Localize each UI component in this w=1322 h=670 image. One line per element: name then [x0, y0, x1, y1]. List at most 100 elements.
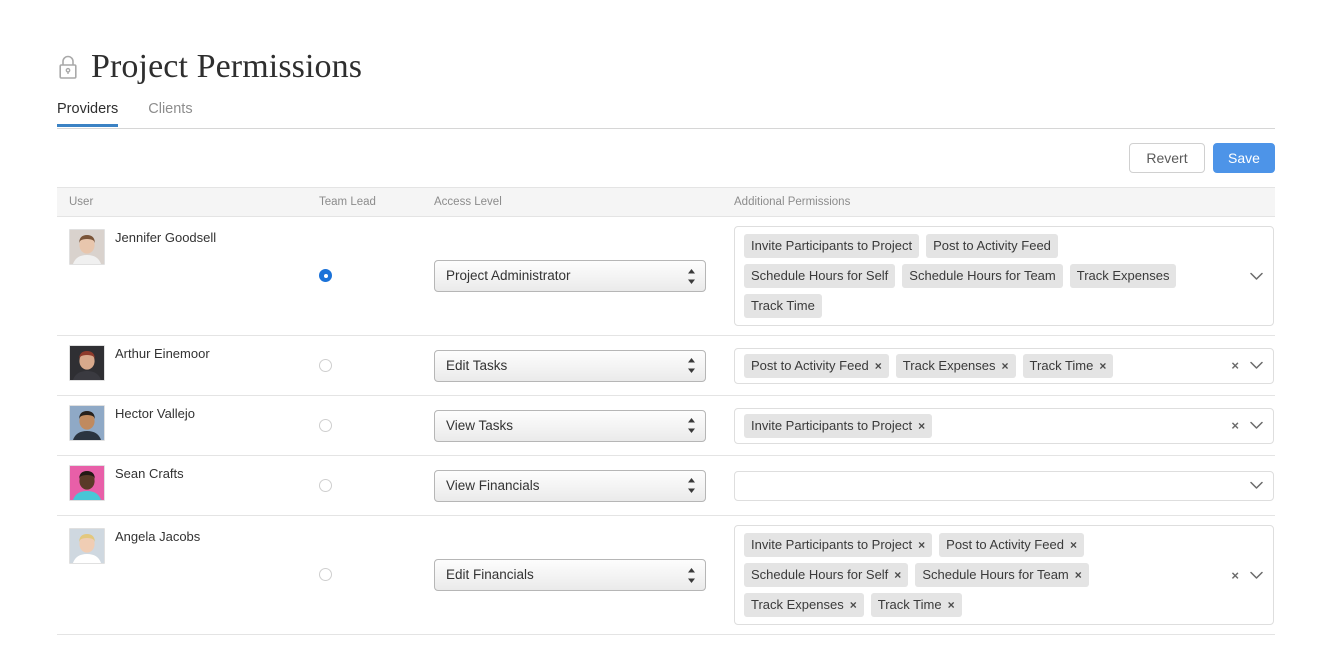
user-cell: Arthur Einemoor — [57, 335, 319, 396]
permission-tag: Track Expenses — [1069, 264, 1177, 288]
chevron-down-icon[interactable] — [1250, 421, 1263, 430]
permission-tag-remove-icon[interactable]: × — [948, 599, 955, 611]
team-lead-radio[interactable] — [319, 568, 332, 582]
column-header-team-lead: Team Lead — [319, 187, 434, 217]
team-lead-cell — [319, 515, 434, 635]
permissions-multiselect[interactable]: Invite Participants to Project Post to Ac… — [734, 226, 1274, 326]
access-level-select[interactable]: Project Administrator — [434, 260, 706, 292]
permission-tag-list — [744, 477, 1215, 493]
table-row: Sean Crafts View Financials — [57, 455, 1275, 516]
clear-all-icon[interactable]: × — [1231, 359, 1239, 372]
access-level-select[interactable]: View Financials — [434, 469, 706, 502]
tab-clients[interactable]: Clients — [148, 100, 192, 126]
save-button[interactable]: Save — [1213, 143, 1275, 173]
permissions-controls — [1250, 227, 1263, 325]
permission-tag: Schedule Hours for Team × — [915, 563, 1089, 587]
page-title: Project Permissions — [91, 48, 363, 85]
permission-tag: Post to Activity Feed × — [744, 353, 889, 378]
permissions-multiselect[interactable]: Invite Participants to Project × Post to A… — [734, 525, 1274, 625]
user-cell: Hector Vallejo — [57, 395, 319, 456]
additional-permissions-cell — [734, 455, 1275, 516]
permissions-controls: × — [1231, 526, 1263, 624]
permission-tag-remove-icon[interactable]: × — [1070, 539, 1077, 551]
additional-permissions-cell: Invite Participants to Project × × — [734, 395, 1275, 456]
access-level-select[interactable]: Edit Financials — [434, 559, 706, 591]
permission-tag: Track Time — [744, 294, 822, 318]
table-header-row: User Team Lead Access Level Additional P… — [57, 187, 1275, 217]
permission-tag: Track Time × — [1022, 353, 1114, 378]
team-lead-cell — [319, 335, 434, 396]
clear-all-icon[interactable]: × — [1231, 569, 1239, 582]
team-lead-cell — [319, 395, 434, 456]
select-stepper-icon — [687, 261, 696, 291]
permission-tag-remove-icon[interactable]: × — [918, 420, 925, 432]
chevron-down-icon[interactable] — [1250, 571, 1263, 580]
permission-tag-list: Post to Activity Feed × Track Expenses × Tra… — [744, 353, 1215, 378]
permission-tag-label: Track Time — [1029, 357, 1094, 373]
permission-tag-label: Track Time — [751, 298, 815, 313]
column-header-additional-permissions: Additional Permissions — [734, 187, 1275, 217]
permission-tag-label: Schedule Hours for Self — [751, 268, 889, 283]
permissions-multiselect[interactable] — [734, 470, 1274, 501]
access-level-select[interactable]: Edit Tasks — [434, 349, 706, 382]
lock-icon — [57, 54, 79, 80]
permission-tag-label: Post to Activity Feed — [751, 357, 869, 373]
permission-tag-label: Invite Participants to Project — [751, 238, 913, 253]
permission-tag-remove-icon[interactable]: × — [850, 599, 857, 611]
project-permissions-page: Project Permissions Providers Clients Re… — [0, 0, 1322, 670]
permissions-controls: × — [1231, 409, 1263, 443]
avatar — [69, 345, 105, 381]
permission-tag-remove-icon[interactable]: × — [1002, 360, 1009, 372]
user-name: Sean Crafts — [115, 466, 184, 481]
permissions-controls: × — [1231, 349, 1263, 383]
permission-tag-label: Schedule Hours for Team — [922, 567, 1069, 582]
permission-tag-remove-icon[interactable]: × — [894, 569, 901, 581]
table-header: User Team Lead Access Level Additional P… — [57, 187, 1275, 217]
column-header-access-level: Access Level — [434, 187, 734, 217]
column-header-user: User — [57, 187, 319, 217]
chevron-down-icon[interactable] — [1250, 272, 1263, 281]
permission-tag: Track Expenses × — [895, 353, 1016, 378]
team-lead-radio[interactable] — [319, 358, 332, 372]
user-cell: Angela Jacobs — [57, 515, 319, 635]
revert-button[interactable]: Revert — [1129, 143, 1205, 173]
permission-tag-remove-icon[interactable]: × — [875, 360, 882, 372]
team-lead-cell — [319, 455, 434, 516]
team-lead-radio[interactable] — [319, 418, 332, 432]
additional-permissions-cell: Invite Participants to Project Post to Ac… — [734, 216, 1275, 336]
permission-tag-remove-icon[interactable]: × — [918, 539, 925, 551]
permission-tag: Invite Participants to Project — [744, 234, 920, 258]
team-lead-radio[interactable] — [319, 269, 332, 283]
permission-tag-label: Schedule Hours for Team — [909, 268, 1056, 283]
permissions-multiselect[interactable]: Post to Activity Feed × Track Expenses × Tra… — [734, 347, 1274, 384]
access-level-value: Project Administrator — [446, 268, 571, 283]
table-row: Angela Jacobs Edit Financials Invite Parti… — [57, 515, 1275, 635]
chevron-down-icon[interactable] — [1250, 481, 1263, 490]
tab-providers[interactable]: Providers — [57, 100, 119, 127]
access-level-select[interactable]: View Tasks — [434, 409, 706, 442]
permission-tag-label: Schedule Hours for Self — [751, 567, 889, 582]
permission-tag-remove-icon[interactable]: × — [1075, 569, 1082, 581]
permission-tag-remove-icon[interactable]: × — [1099, 360, 1106, 372]
permissions-multiselect[interactable]: Invite Participants to Project × × — [734, 407, 1274, 444]
user-cell: Jennifer Goodsell — [57, 216, 319, 336]
permission-tag: Track Expenses × — [744, 593, 864, 617]
page-header: Project Permissions — [57, 0, 1275, 90]
table-body: Jennifer Goodsell Project Administrator In… — [57, 216, 1275, 635]
table-row: Arthur Einemoor Edit Tasks Post to Activit… — [57, 335, 1275, 396]
action-bar: Revert Save — [57, 129, 1275, 187]
permission-tag: Schedule Hours for Self × — [744, 563, 909, 587]
avatar — [69, 405, 105, 441]
permission-tag-label: Track Time — [877, 597, 942, 612]
select-stepper-icon — [687, 471, 696, 501]
permission-tag-label: Invite Participants to Project — [751, 417, 913, 433]
table-row: Jennifer Goodsell Project Administrator In… — [57, 216, 1275, 336]
select-stepper-icon — [687, 351, 696, 381]
permission-tag-label: Track Expenses — [902, 357, 996, 373]
select-stepper-icon — [687, 411, 696, 441]
team-lead-radio[interactable] — [319, 478, 332, 492]
permission-tag: Post to Activity Feed × — [939, 533, 1084, 557]
chevron-down-icon[interactable] — [1250, 361, 1263, 370]
user-name: Hector Vallejo — [115, 406, 195, 421]
clear-all-icon[interactable]: × — [1231, 419, 1239, 432]
